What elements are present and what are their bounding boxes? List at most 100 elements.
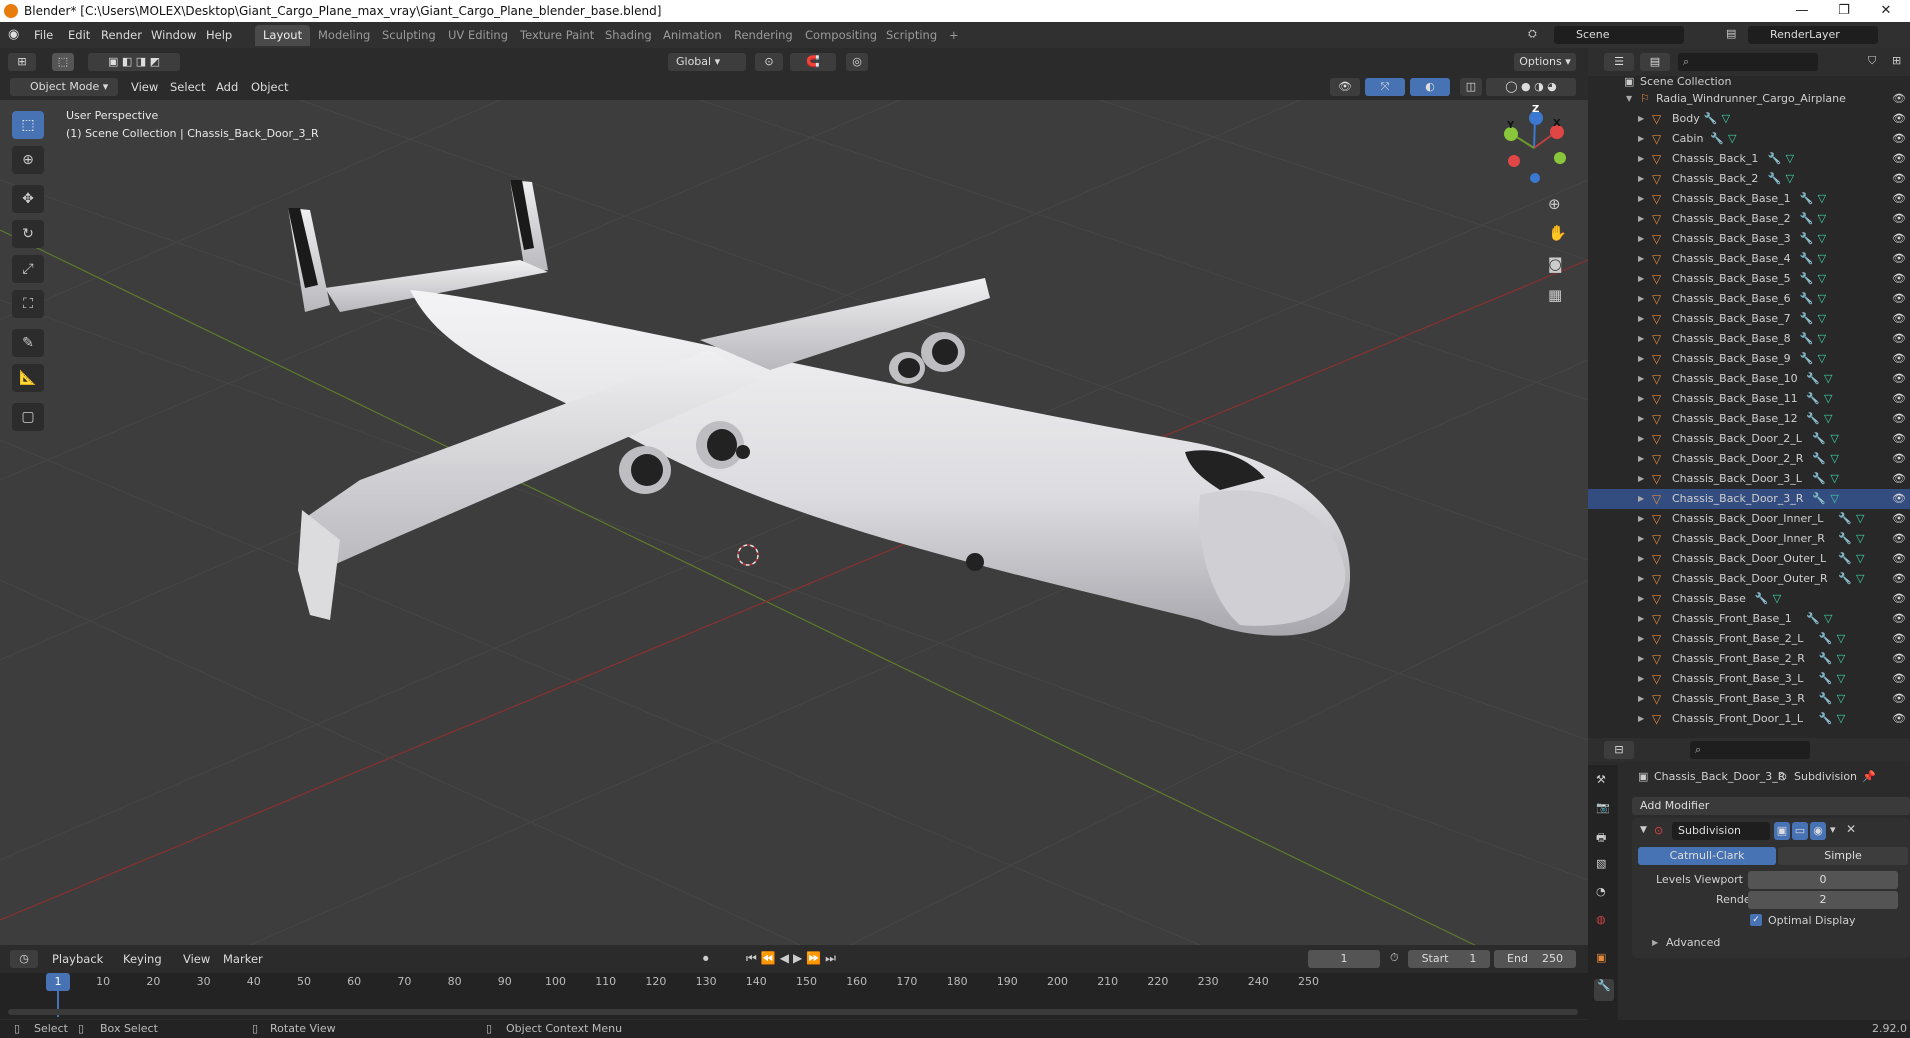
- shading-mode-icons[interactable]: ◯ ● ◑ ◕: [1486, 78, 1576, 96]
- mesh-data-icon[interactable]: ▽: [1830, 429, 1838, 449]
- render-toggle-icon[interactable]: ◉: [1810, 822, 1826, 840]
- modifier-wrench-icon[interactable]: 🔧: [1819, 709, 1833, 729]
- transform-tool-icon[interactable]: ⛶: [12, 290, 44, 318]
- eye-icon[interactable]: 👁: [1892, 509, 1906, 529]
- outliner-item[interactable]: ▶ ▽ Chassis_Back_Base_2 🔧 ▽ 👁: [1588, 209, 1910, 229]
- menu-help[interactable]: Help: [206, 26, 232, 44]
- eye-icon[interactable]: 👁: [1892, 629, 1906, 649]
- modifier-wrench-icon[interactable]: 🔧: [1755, 589, 1769, 609]
- eye-icon[interactable]: 👁: [1892, 129, 1906, 149]
- expand-chevron-icon[interactable]: ▶: [1638, 169, 1644, 189]
- eye-icon[interactable]: 👁: [1892, 469, 1906, 489]
- tab-layout[interactable]: Layout: [255, 25, 311, 46]
- advanced-section-label[interactable]: Advanced: [1666, 936, 1720, 949]
- mesh-data-icon[interactable]: ▽: [1728, 129, 1736, 149]
- eye-icon[interactable]: 👁: [1892, 669, 1906, 689]
- close-button[interactable]: ✕: [1866, 0, 1906, 22]
- render-levels-field[interactable]: 2: [1748, 891, 1898, 909]
- modifier-wrench-icon[interactable]: 🔧: [1819, 669, 1833, 689]
- expand-chevron-icon[interactable]: ▶: [1638, 509, 1644, 529]
- selection-mode-icons[interactable]: ▣ ◧ ◨ ◩: [88, 53, 180, 71]
- expand-chevron-icon[interactable]: ▶: [1638, 589, 1644, 609]
- modifier-wrench-icon[interactable]: 🔧: [1838, 569, 1852, 589]
- outliner-item[interactable]: ▶ ▽ Chassis_Front_Base_2_R 🔧 ▽ 👁: [1588, 649, 1910, 669]
- record-icon[interactable]: ⏺: [703, 952, 709, 966]
- 3d-cursor[interactable]: [737, 544, 759, 566]
- tab-compositing[interactable]: Compositing: [797, 25, 885, 46]
- eye-icon[interactable]: 👁: [1892, 149, 1906, 169]
- annotate-tool-icon[interactable]: ✎: [12, 329, 44, 357]
- eye-icon[interactable]: 👁: [1892, 529, 1906, 549]
- mesh-data-icon[interactable]: ▽: [1830, 449, 1838, 469]
- pivot-icon[interactable]: ⊙: [755, 53, 783, 71]
- outliner-item[interactable]: ▶ ▽ Chassis_Back_2 🔧 ▽ 👁: [1588, 169, 1910, 189]
- start-frame-field[interactable]: Start 1: [1408, 950, 1490, 968]
- modifier-wrench-icon[interactable]: 🔧: [1768, 169, 1782, 189]
- tab-animation[interactable]: Animation: [655, 25, 730, 46]
- proportional-edit-icon[interactable]: ◎: [846, 53, 868, 71]
- expand-chevron-icon[interactable]: ▶: [1638, 629, 1644, 649]
- modifier-wrench-icon[interactable]: 🔧: [1812, 449, 1826, 469]
- mesh-data-icon[interactable]: ▽: [1722, 109, 1730, 129]
- outliner-item[interactable]: ▶ ▽ Chassis_Back_Door_2_L 🔧 ▽ 👁: [1588, 429, 1910, 449]
- eye-icon[interactable]: 👁: [1892, 489, 1906, 509]
- tab-shading[interactable]: Shading: [597, 25, 660, 46]
- eye-icon[interactable]: 👁: [1892, 189, 1906, 209]
- blender-menu-icon[interactable]: ◉: [8, 27, 19, 42]
- eye-icon[interactable]: 👁: [1892, 229, 1906, 249]
- timeline-menu-marker[interactable]: Marker: [223, 950, 263, 968]
- expand-chevron-icon[interactable]: ▶: [1638, 409, 1644, 429]
- minimize-button[interactable]: —: [1782, 0, 1822, 22]
- view-layer-icon[interactable]: ▧: [1596, 857, 1606, 870]
- outliner-item[interactable]: ▶ ▽ Chassis_Back_Base_10 🔧 ▽ 👁: [1588, 369, 1910, 389]
- outliner-item[interactable]: ▶ ▽ Chassis_Back_1 🔧 ▽ 👁: [1588, 149, 1910, 169]
- optimal-display-checkbox[interactable]: ✓: [1750, 914, 1762, 926]
- pan-hand-icon[interactable]: ✋: [1548, 224, 1567, 242]
- gizmo-toggle-icon[interactable]: ⤧: [1365, 78, 1405, 96]
- outliner-item[interactable]: ▶ ▽ Chassis_Back_Door_Inner_R 🔧 ▽ 👁: [1588, 529, 1910, 549]
- maximize-button[interactable]: ❐: [1824, 0, 1864, 22]
- modifier-wrench-icon[interactable]: 🔧: [1800, 249, 1814, 269]
- tab-texture-paint[interactable]: Texture Paint: [512, 25, 602, 46]
- eye-icon[interactable]: 👁: [1892, 609, 1906, 629]
- expand-chevron-icon[interactable]: ▶: [1638, 309, 1644, 329]
- modifier-wrench-icon[interactable]: 🔧: [1800, 189, 1814, 209]
- mesh-data-icon[interactable]: ▽: [1856, 509, 1864, 529]
- viewport-toggle-icon[interactable]: ▭: [1792, 822, 1808, 840]
- outliner-item[interactable]: ▶ ▽ Chassis_Front_Base_2_L 🔧 ▽ 👁: [1588, 629, 1910, 649]
- outliner-item[interactable]: ▶ ▽ Chassis_Back_Base_8 🔧 ▽ 👁: [1588, 329, 1910, 349]
- eye-icon[interactable]: 👁: [1892, 109, 1906, 129]
- world-properties-icon[interactable]: ◍: [1596, 913, 1606, 926]
- eye-icon[interactable]: 👁: [1892, 649, 1906, 669]
- outliner-item[interactable]: ▶ ▽ Chassis_Back_Base_1 🔧 ▽ 👁: [1588, 189, 1910, 209]
- mesh-data-icon[interactable]: ▽: [1818, 329, 1826, 349]
- scale-tool-icon[interactable]: ⤢: [12, 255, 44, 283]
- mesh-data-icon[interactable]: ▽: [1773, 589, 1781, 609]
- overlay-toggle-icon[interactable]: ◐: [1410, 78, 1450, 96]
- outliner-item[interactable]: ▶ ▽ Chassis_Back_Base_12 🔧 ▽ 👁: [1588, 409, 1910, 429]
- modifier-wrench-icon[interactable]: 🔧: [1819, 629, 1833, 649]
- modifier-name-field[interactable]: Subdivision: [1672, 822, 1770, 840]
- mesh-data-icon[interactable]: ▽: [1837, 709, 1845, 729]
- modifier-wrench-icon[interactable]: 🔧: [1838, 509, 1852, 529]
- mesh-data-icon[interactable]: ▽: [1837, 689, 1845, 709]
- outliner-item[interactable]: ▶ ▽ Chassis_Back_Door_Outer_R 🔧 ▽ 👁: [1588, 569, 1910, 589]
- modifier-wrench-icon[interactable]: 🔧: [1704, 109, 1718, 129]
- end-frame-field[interactable]: End 250: [1494, 950, 1576, 968]
- zoom-icon[interactable]: ⊕: [1548, 195, 1561, 213]
- expand-chevron-icon[interactable]: ▶: [1638, 229, 1644, 249]
- modifier-wrench-icon[interactable]: 🔧: [1800, 289, 1814, 309]
- xray-icon[interactable]: ◫: [1460, 78, 1482, 96]
- expand-chevron-icon[interactable]: ▶: [1638, 289, 1644, 309]
- render-layer-field[interactable]: RenderLayer: [1748, 26, 1878, 44]
- select-box-tool-icon[interactable]: ⬚: [12, 111, 44, 139]
- eye-icon[interactable]: 👁: [1892, 249, 1906, 269]
- eye-icon[interactable]: 👁: [1892, 369, 1906, 389]
- expand-chevron-icon[interactable]: ▶: [1638, 189, 1644, 209]
- new-collection-icon[interactable]: ⊞: [1892, 54, 1901, 67]
- tool-settings-icon[interactable]: ⚒: [1596, 773, 1606, 786]
- outliner-item[interactable]: ▶ ▽ Chassis_Front_Base_3_L 🔧 ▽ 👁: [1588, 669, 1910, 689]
- pin-icon[interactable]: 📌: [1862, 766, 1876, 788]
- outliner-item[interactable]: ▶ ▽ Chassis_Back_Base_6 🔧 ▽ 👁: [1588, 289, 1910, 309]
- expand-chevron-icon[interactable]: ▶: [1638, 349, 1644, 369]
